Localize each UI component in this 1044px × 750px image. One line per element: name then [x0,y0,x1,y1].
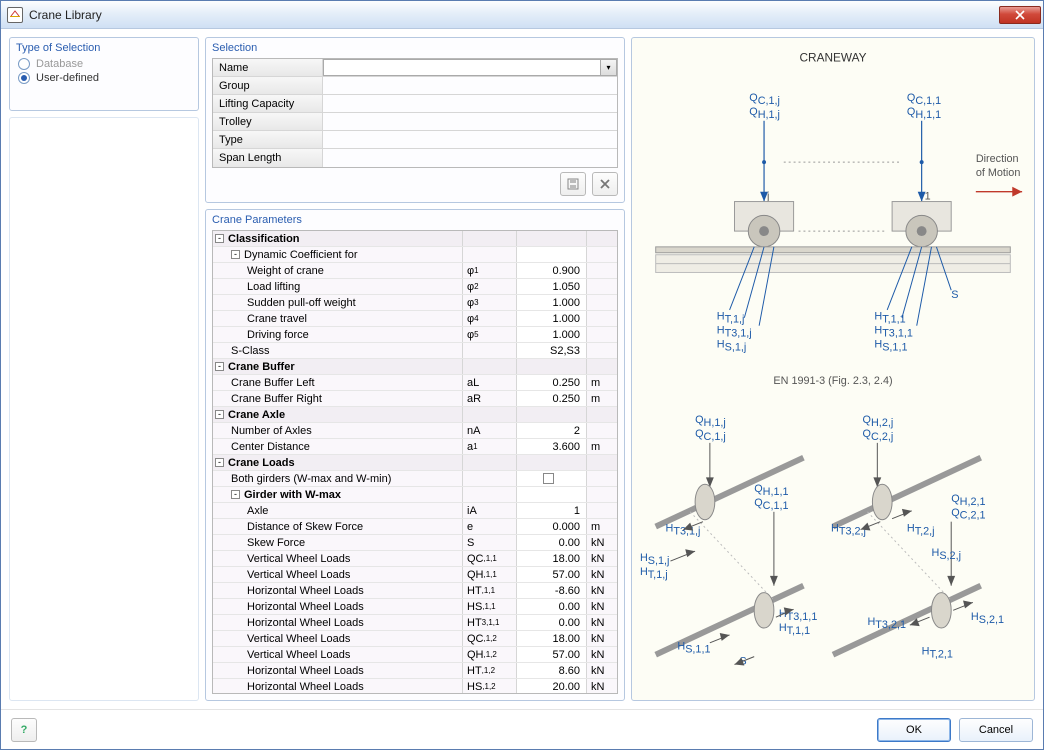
sel-label-group: Group [213,77,323,94]
diagram-panel: CRANEWAY QC,1,j QH,1,j QC,1,1 QH,1,1 Dir… [631,37,1035,701]
selection-title: Selection [212,42,618,54]
svg-text:j: j [766,191,769,203]
left-column: Type of Selection Database User-defined [9,37,199,701]
close-button[interactable] [999,6,1041,24]
crane-parameters-title: Crane Parameters [212,214,618,226]
radio-user-defined[interactable]: User-defined [18,72,192,84]
svg-text:S: S [951,289,958,301]
crane-loads-header[interactable]: -Crane Loads [213,455,617,471]
girder-row[interactable]: Vertical Wheel LoadsQC,1,218.00kN [213,631,617,647]
girder-row[interactable]: Skew ForceS0.00kN [213,535,617,551]
axle-row[interactable]: Center Distancea13.600m [213,439,617,455]
dyn-coef-row[interactable]: Driving forceφ51.000 [213,327,617,343]
dyn-coef-row[interactable]: Weight of craneφ10.900 [213,263,617,279]
middle-column: Selection Name ▾ Group Lifting Capacity … [205,37,625,701]
sel-val-type [323,131,617,148]
both-girders-checkbox[interactable] [543,473,554,484]
buffer-row[interactable]: Crane Buffer RightaR0.250m [213,391,617,407]
save-button[interactable] [560,172,586,196]
help-icon: ? [21,724,28,736]
sel-val-lifting [323,95,617,112]
selection-grid: Name ▾ Group Lifting Capacity Trolley Ty… [212,58,618,168]
radio-database: Database [18,58,192,70]
sel-label-name: Name [213,59,323,76]
ok-button[interactable]: OK [877,718,951,742]
crane-parameters-panel: Crane Parameters -Classification-Dynamic… [205,209,625,701]
girder-row[interactable]: AxleiA1 [213,503,617,519]
crane-buffer-header[interactable]: -Crane Buffer [213,359,617,375]
dynamic-coefficient-header[interactable]: -Dynamic Coefficient for [213,247,617,263]
dyn-coef-row[interactable]: Crane travelφ41.000 [213,311,617,327]
name-dropdown[interactable]: ▾ [323,59,617,76]
delete-icon [599,178,611,190]
classification-header[interactable]: -Classification [213,231,617,247]
dyn-coef-row[interactable]: Sudden pull-off weightφ31.000 [213,295,617,311]
svg-text:of Motion: of Motion [976,167,1021,179]
close-icon [1015,10,1025,20]
sel-label-span: Span Length [213,149,323,167]
girder-row[interactable]: Vertical Wheel LoadsQH,1,157.00kN [213,567,617,583]
girder-row[interactable]: Vertical Wheel LoadsQH,1,257.00kN [213,647,617,663]
delete-button[interactable] [592,172,618,196]
app-icon [7,7,23,23]
girder-row[interactable]: Vertical Wheel LoadsQC,1,118.00kN [213,551,617,567]
content-area: Type of Selection Database User-defined … [1,29,1043,709]
svg-text:Direction: Direction [976,153,1019,165]
radio-user-dot [18,72,30,84]
save-icon [566,177,580,191]
chevron-down-icon: ▾ [600,60,616,75]
type-of-selection-panel: Type of Selection Database User-defined [9,37,199,111]
girder-row[interactable]: Horizontal Wheel LoadsHT,1,28.60kN [213,663,617,679]
help-button[interactable]: ? [11,718,37,742]
sel-val-trolley [323,113,617,130]
sel-val-group [323,77,617,94]
window-title: Crane Library [29,8,999,22]
radio-database-label: Database [36,58,83,70]
cancel-button[interactable]: Cancel [959,718,1033,742]
sel-label-trolley: Trolley [213,113,323,130]
craneway-diagram: CRANEWAY QC,1,j QH,1,j QC,1,1 QH,1,1 Dir… [636,42,1030,696]
selection-panel: Selection Name ▾ Group Lifting Capacity … [205,37,625,203]
sel-label-lifting: Lifting Capacity [213,95,323,112]
parameters-grid[interactable]: -Classification-Dynamic Coefficient forW… [212,230,618,694]
footer: ? OK Cancel [1,709,1043,749]
girder-row[interactable]: Distance of Skew Forcee0.000m [213,519,617,535]
axle-row[interactable]: Number of AxlesnA2 [213,423,617,439]
girder-wmax-header[interactable]: -Girder with W-max [213,487,617,503]
radio-user-label: User-defined [36,72,99,84]
diagram-title: CRANEWAY [800,51,867,65]
girder-row[interactable]: Horizontal Wheel LoadsHT,1,1-8.60kN [213,583,617,599]
girder-row[interactable]: Horizontal Wheel LoadsHS,1,10.00kN [213,599,617,615]
right-column: CRANEWAY QC,1,j QH,1,j QC,1,1 QH,1,1 Dir… [631,37,1035,701]
dyn-coef-row[interactable]: Load liftingφ21.050 [213,279,617,295]
crane-library-window: Crane Library Type of Selection Database… [0,0,1044,750]
svg-text:EN 1991-3 (Fig. 2.3, 2.4): EN 1991-3 (Fig. 2.3, 2.4) [773,375,892,387]
sel-val-span [323,149,617,167]
girder-row[interactable]: Horizontal Wheel LoadsHT3,1,10.00kN [213,615,617,631]
sel-label-type: Type [213,131,323,148]
s-class-row[interactable]: S-ClassS2,S3 [213,343,617,359]
titlebar: Crane Library [1,1,1043,29]
both-girders-row[interactable]: Both girders (W-max and W-min) [213,471,617,487]
svg-text:1: 1 [925,191,931,203]
buffer-row[interactable]: Crane Buffer LeftaL0.250m [213,375,617,391]
radio-database-dot [18,58,30,70]
crane-axle-header[interactable]: -Crane Axle [213,407,617,423]
left-spacer [9,117,199,701]
type-of-selection-title: Type of Selection [16,42,192,54]
girder-row[interactable]: Horizontal Wheel LoadsHS,1,220.00kN [213,679,617,694]
